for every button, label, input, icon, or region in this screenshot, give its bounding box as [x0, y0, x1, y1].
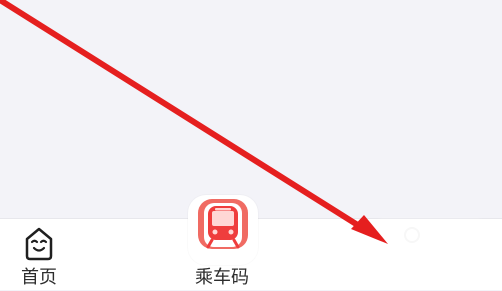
bottom-tab-bar: 首页 乘车码 [0, 195, 502, 291]
train-icon [198, 199, 248, 249]
blurred-tab-area [380, 221, 480, 277]
home-face-icon [25, 227, 53, 261]
tab-home-label: 首页 [21, 267, 57, 288]
main-content-area [0, 0, 502, 218]
tab-home[interactable]: 首页 [0, 219, 82, 291]
tab-profile[interactable] [380, 219, 480, 291]
tab-ride-code[interactable]: 乘车码 [186, 195, 260, 291]
tab-ride-code-label: 乘车码 [195, 267, 249, 288]
